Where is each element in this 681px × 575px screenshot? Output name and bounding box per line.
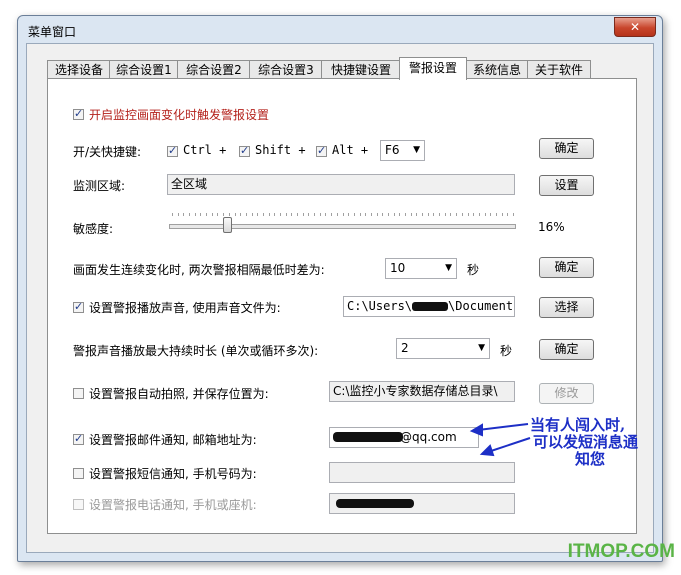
annotation-line-1: 当有人闯入时, <box>530 416 626 434</box>
arrow-to-email <box>477 423 529 431</box>
annotation-line-3: 知您 <box>575 450 606 468</box>
watermark: ITMOP.COM <box>567 541 675 562</box>
annotation-line-2: 可以发短消息通 <box>533 433 639 451</box>
arrow-to-sms <box>487 437 531 453</box>
arrowhead-email <box>469 423 483 437</box>
arrowhead-sms <box>479 444 495 457</box>
tab-alarm-settings[interactable]: 警报设置 <box>399 57 467 80</box>
annotation-arrows <box>469 423 531 457</box>
